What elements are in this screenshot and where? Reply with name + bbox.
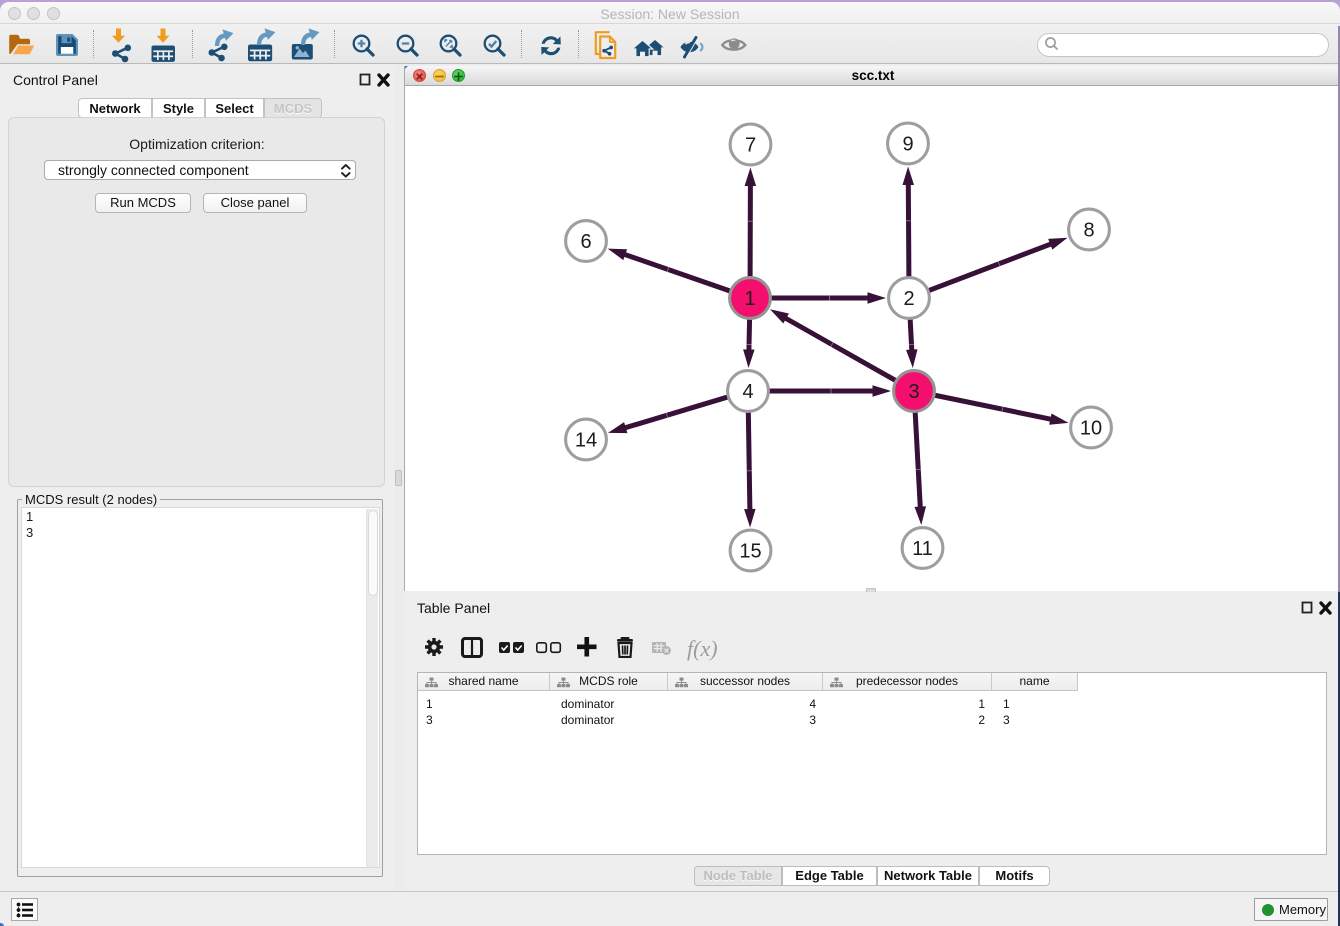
svg-text:14: 14 bbox=[575, 430, 597, 452]
svg-text:9: 9 bbox=[902, 134, 913, 156]
svg-text:7: 7 bbox=[745, 135, 756, 157]
svg-text:2: 2 bbox=[903, 288, 914, 310]
svg-text:15: 15 bbox=[739, 541, 761, 563]
svg-text:4: 4 bbox=[742, 381, 753, 403]
svg-text:10: 10 bbox=[1080, 418, 1102, 440]
svg-text:6: 6 bbox=[580, 231, 591, 253]
svg-text:1: 1 bbox=[744, 288, 755, 310]
svg-text:8: 8 bbox=[1083, 220, 1094, 242]
svg-text:11: 11 bbox=[912, 538, 933, 560]
svg-text:3: 3 bbox=[908, 381, 919, 403]
